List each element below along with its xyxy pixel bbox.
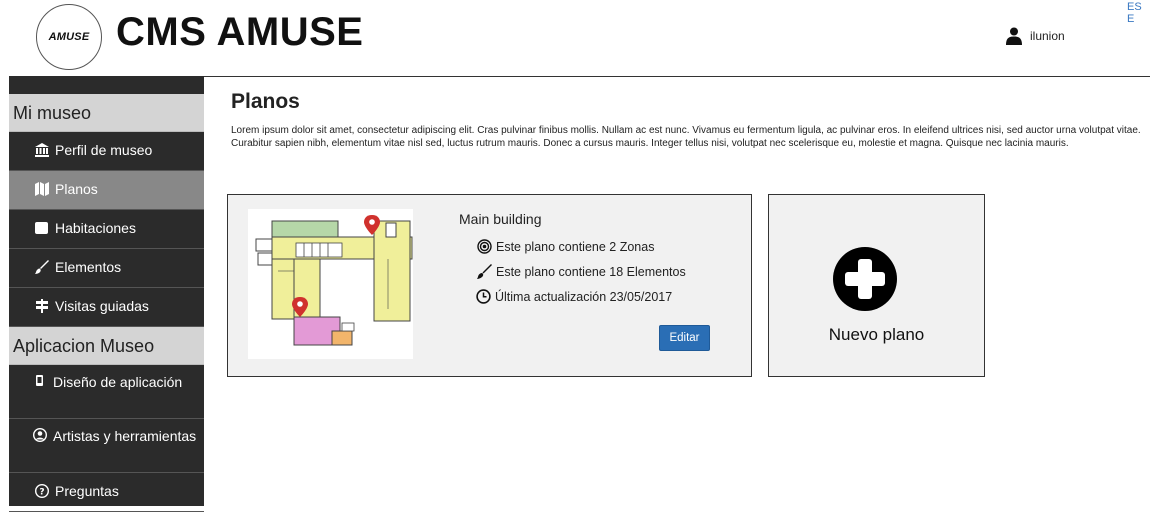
phone-icon [33,374,47,388]
sidebar-item-label: Visitas guiadas [55,298,149,314]
sidebar-item-preguntas[interactable]: ? Preguntas [9,473,204,512]
user-circle-icon [33,428,47,442]
sidebar-item-label: Elementos [55,259,122,275]
sidebar-item-perfil-de-museo[interactable]: Perfil de museo [9,132,204,171]
plan-zones-info: Este plano contiene 2 Zonas [477,239,654,254]
edit-plan-button[interactable]: Editar [659,325,710,351]
sidebar-item-label: Perfil de museo [55,142,153,158]
page-title: Planos [231,90,300,113]
header-divider [204,76,1150,77]
sidebar-item-habitaciones[interactable]: Habitaciones [9,210,204,249]
brand-title: CMS AMUSE [116,10,364,54]
logo-text: AMUSE [48,31,90,43]
plan-name: Main building [459,211,542,227]
sidebar-section-mi-museo: Mi museo [9,94,204,132]
sidebar-item-visitas-guiadas[interactable]: Visitas guiadas [9,288,204,327]
main-content: Planos Lorem ipsum dolor sit amet, conse… [227,90,1146,377]
sidebar-item-label: Habitaciones [55,220,136,236]
user-name: ilunion [1030,29,1065,43]
sidebar-item-artistas-y-herramientas[interactable]: Artistas y herramientas [9,419,204,473]
clock-icon [476,289,491,304]
new-plan-label: Nuevo plano [828,325,925,344]
floor-plan-thumbnail[interactable] [248,209,413,359]
plan-card[interactable]: Main building Este plano contiene 2 Zona… [227,194,752,377]
new-plan-card[interactable]: Nuevo plano [768,194,985,377]
page-description: Lorem ipsum dolor sit amet, consectetur … [231,125,1141,149]
sidebar-item-label: Artistas y herramientas [53,428,197,444]
target-icon [477,239,492,254]
sidebar-item-label: Planos [55,181,98,197]
question-circle-icon: ? [35,484,49,498]
header: AMUSE CMS AMUSE ES E ilunion [0,0,1150,78]
sidebar-top-bar [9,76,204,94]
plan-elements-text: Este plano contiene 18 Elementos [496,264,686,279]
plan-zones-text: Este plano contiene 2 Zonas [496,239,655,254]
amuse-logo[interactable]: AMUSE [36,4,102,70]
user-icon [1006,27,1022,45]
brush-icon [35,260,49,274]
brush-icon [477,264,492,279]
plan-updated-text: Última actualización 23/05/2017 [495,289,673,304]
plan-elements-info: Este plano contiene 18 Elementos [477,264,686,279]
sidebar-item-label: Preguntas [55,483,119,499]
add-circle-icon [833,247,897,311]
svg-text:?: ? [39,488,44,498]
sidebar-item-label: Diseño de aplicación [53,374,183,390]
square-icon [35,221,49,235]
language-switcher[interactable]: ES E [1127,1,1150,25]
signpost-icon [35,299,49,313]
sidebar-item-diseno-de-aplicacion[interactable]: Diseño de aplicación [9,365,204,419]
plan-updated-info: Última actualización 23/05/2017 [476,289,672,304]
sidebar-section-aplicacion-museo: Aplicacion Museo [9,327,204,365]
sidebar-item-planos[interactable]: Planos [9,171,204,210]
user-menu[interactable]: ilunion [1006,27,1065,45]
sidebar: Mi museo Perfil de museo Planos Habitaci… [9,76,204,512]
sidebar-item-elementos[interactable]: Elementos [9,249,204,288]
map-icon [35,182,49,196]
museum-icon [35,143,49,157]
